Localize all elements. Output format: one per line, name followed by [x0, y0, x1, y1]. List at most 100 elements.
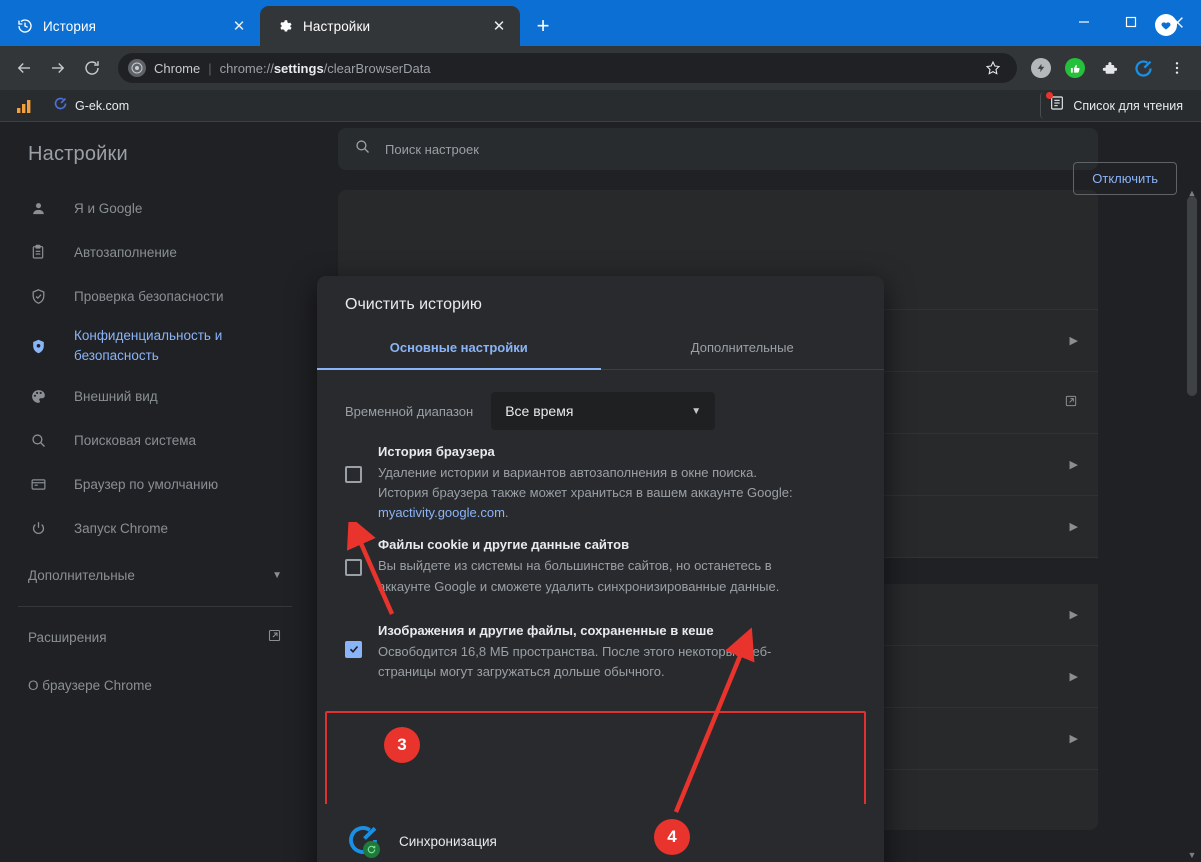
close-icon[interactable]: ✕ [228, 15, 250, 37]
reload-icon[interactable] [76, 52, 108, 84]
gear-icon [276, 18, 293, 35]
bookmark-star-icon[interactable] [977, 52, 1009, 84]
reading-list-icon [1046, 92, 1065, 116]
omnibox-separator: | [208, 60, 212, 76]
myactivity-link[interactable]: myactivity.google.com [378, 505, 505, 520]
history-icon [16, 18, 33, 35]
chevron-right-icon: ▶ [1069, 459, 1078, 471]
checkbox-description: Удаление истории и вариантов автозаполне… [378, 463, 856, 523]
maximize-button[interactable] [1107, 0, 1154, 44]
sidebar-item-on-startup[interactable]: Запуск Chrome [0, 506, 310, 550]
reading-list-button[interactable]: Список для чтения [1040, 92, 1191, 119]
chrome-menu-icon[interactable] [1161, 52, 1193, 84]
shield-check-icon [28, 286, 48, 306]
scroll-down-icon[interactable]: ▼ [1185, 848, 1199, 862]
palette-icon [28, 386, 48, 406]
sidebar-item-privacy-and-security[interactable]: Конфиденциальность и безопасность [0, 318, 310, 374]
sidebar-item-search-engine[interactable]: Поисковая система [0, 418, 310, 462]
search-settings-bar[interactable]: Поиск настроек [338, 128, 1098, 170]
power-icon [28, 518, 48, 538]
time-range-select[interactable]: Все время ▼ [491, 392, 716, 430]
dialog-tabs: Основные настройки Дополнительные [317, 328, 884, 370]
sidebar-item-default-browser[interactable]: Браузер по умолчанию [0, 462, 310, 506]
flash-extension-icon[interactable] [1025, 52, 1057, 84]
settings-page: Настройки Я и Google Автозаполнение Пров… [0, 122, 1201, 862]
bookmark-item-g-ek[interactable]: G-ek.com [46, 93, 136, 119]
person-icon [28, 198, 48, 218]
opera-gx-extension-icon[interactable] [1127, 52, 1159, 84]
page-scrollbar[interactable]: ▲ ▼ [1185, 186, 1199, 862]
bookmarks-bar: G-ek.com Список для чтения [0, 90, 1201, 122]
chevron-down-icon: ▼ [691, 405, 702, 417]
sidebar-item-label: Конфиденциальность и безопасность [74, 328, 223, 363]
sidebar-item-safety-check[interactable]: Проверка безопасности [0, 274, 310, 318]
sidebar-item-label: Расширения [28, 629, 107, 645]
annotation-badge-4: 4 [654, 819, 690, 855]
omnibox-scheme-label: Chrome [154, 60, 201, 76]
shield-lock-icon [28, 336, 48, 356]
address-bar[interactable]: Chrome | chrome://settings/clearBrowserD… [118, 53, 1017, 83]
tab-settings[interactable]: Настройки ✕ [260, 6, 520, 46]
dialog-footer: Синхронизация Чтобы удалить данные о раб… [317, 804, 884, 862]
search-icon [354, 138, 371, 160]
search-icon [28, 430, 48, 450]
sidebar-item-label: О браузере Chrome [28, 677, 152, 693]
chevron-right-icon: ▶ [1069, 335, 1078, 347]
external-link-icon [1064, 394, 1078, 411]
scrollbar-thumb[interactable] [1187, 196, 1197, 396]
forward-icon[interactable] [42, 52, 74, 84]
reading-list-label: Список для чтения [1073, 98, 1183, 113]
search-input[interactable]: Поиск настроек [385, 142, 479, 157]
checkbox-text: История браузера Удаление истории и вари… [378, 444, 856, 523]
checkbox-row-browsing-history[interactable]: История браузера Удаление истории и вари… [317, 430, 884, 523]
sidebar-item-extensions[interactable]: Расширения [0, 613, 310, 661]
time-range-row: Временной диапазон Все время ▼ [317, 370, 884, 430]
extensions-puzzle-icon[interactable] [1093, 52, 1125, 84]
bookmark-label: G-ek.com [75, 98, 130, 113]
chevron-right-icon: ▶ [1069, 609, 1078, 621]
new-tab-button[interactable]: + [526, 9, 560, 43]
omnibox-url: chrome://settings/clearBrowserData [220, 61, 977, 76]
page-title: Настройки [28, 142, 128, 165]
sidebar-advanced-label: Дополнительные [28, 567, 135, 583]
desc-line-2: История браузера также может храниться в… [378, 485, 793, 501]
desc-line-1: Удаление истории и вариантов автозаполне… [378, 465, 757, 480]
tab-title: Настройки [303, 18, 371, 34]
close-button[interactable] [1154, 0, 1201, 44]
tab-history[interactable]: История ✕ [0, 6, 260, 46]
tab-basic[interactable]: Основные настройки [317, 328, 601, 369]
minimize-button[interactable] [1060, 0, 1107, 44]
desc-line-2: страницы могут загружаться дольше обычно… [378, 663, 665, 679]
chevron-right-icon: ▶ [1069, 671, 1078, 683]
tab-title: История [43, 18, 97, 34]
sidebar-item-appearance[interactable]: Внешний вид [0, 374, 310, 418]
back-icon[interactable] [8, 52, 40, 84]
opera-gx-icon [53, 96, 68, 116]
url-prefix: chrome:// [219, 60, 274, 76]
tab-advanced[interactable]: Дополнительные [601, 328, 885, 369]
chevron-right-icon: ▶ [1069, 521, 1078, 533]
time-range-value: Все время [505, 403, 574, 419]
close-icon[interactable]: ✕ [488, 15, 510, 37]
checkbox-cached-images[interactable] [345, 640, 362, 658]
disable-button[interactable]: Отключить [1073, 162, 1177, 195]
sync-icon [345, 822, 385, 860]
signal-bars-icon[interactable] [10, 96, 40, 116]
external-link-icon [267, 628, 282, 646]
sidebar-advanced-toggle[interactable]: Дополнительные ▼ [0, 550, 310, 600]
annotation-badge-3: 3 [384, 727, 420, 763]
sidebar-item-label: Поисковая система [74, 432, 197, 448]
settings-sidebar: Настройки Я и Google Автозаполнение Пров… [0, 122, 310, 862]
sidebar-item-you-and-google[interactable]: Я и Google [0, 186, 310, 230]
adblock-extension-icon[interactable] [1059, 52, 1091, 84]
sidebar-item-label: Автозаполнение [74, 244, 177, 260]
sidebar-item-about-chrome[interactable]: О браузере Chrome [0, 661, 310, 709]
sidebar-item-autofill[interactable]: Автозаполнение [0, 230, 310, 274]
sidebar-item-label: Браузер по умолчанию [74, 476, 219, 492]
checkbox-browsing-history[interactable] [345, 466, 362, 483]
window-controls [1060, 0, 1201, 44]
sidebar-item-label: Запуск Chrome [74, 520, 168, 536]
checkbox-title: История браузера [378, 444, 495, 459]
clipboard-icon [28, 242, 48, 262]
dialog-title: Очистить историю [345, 296, 482, 313]
